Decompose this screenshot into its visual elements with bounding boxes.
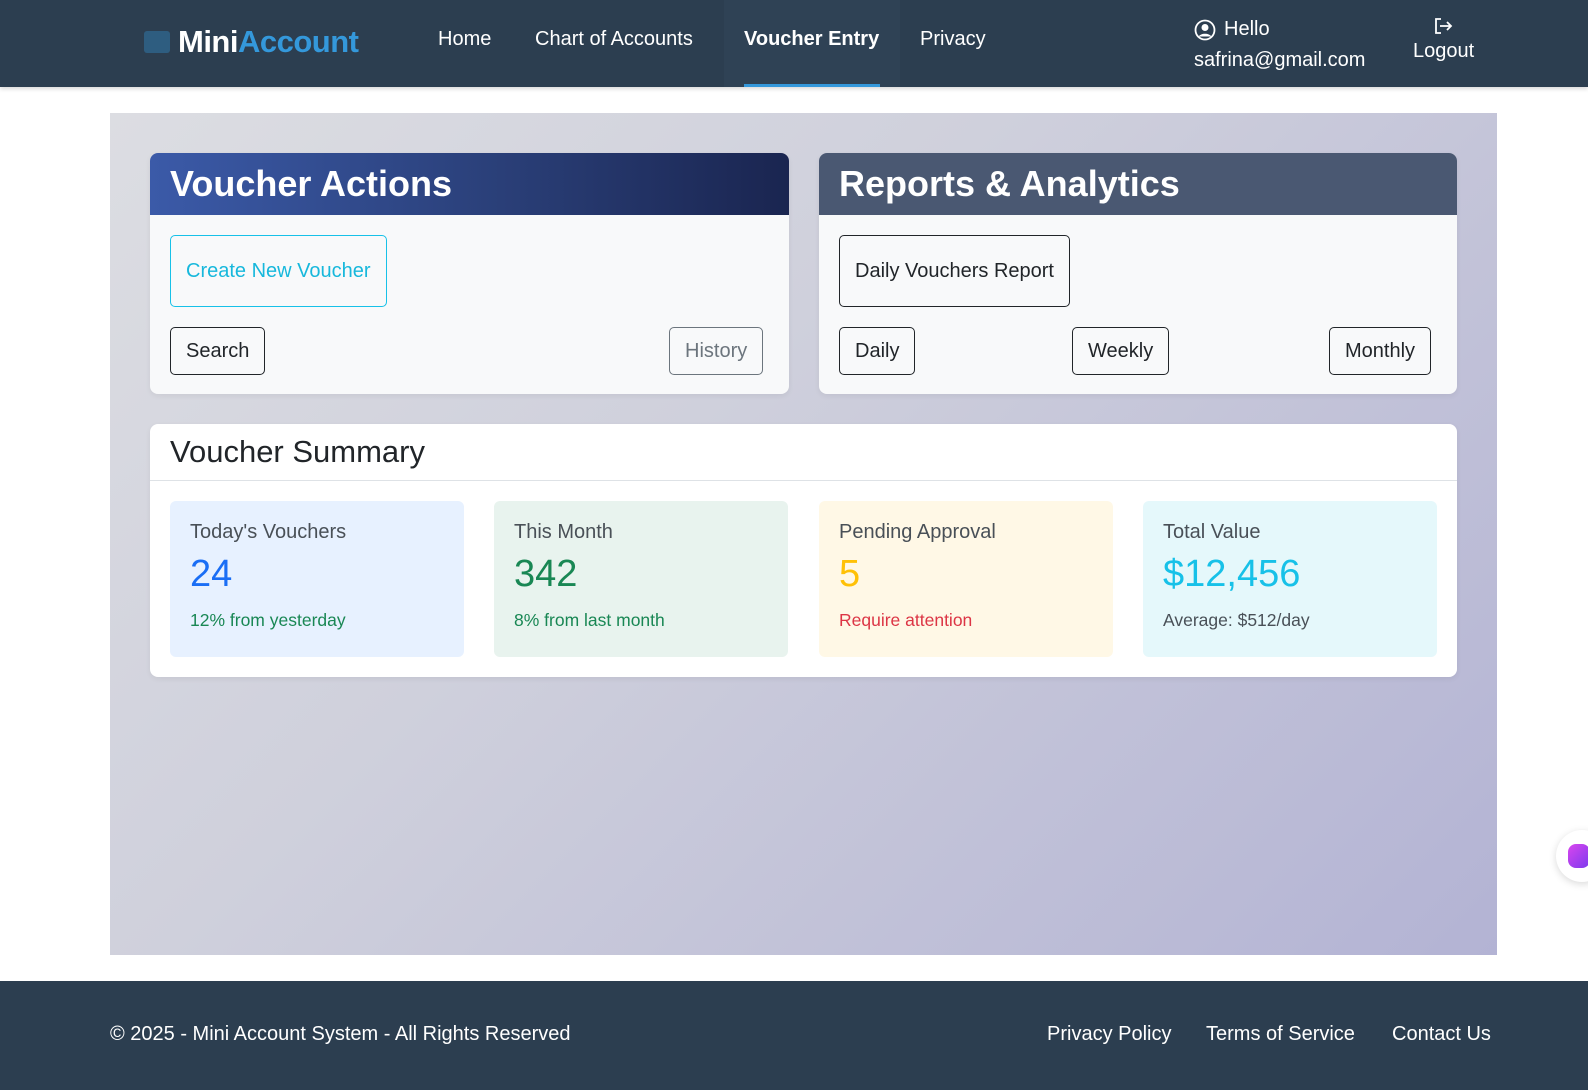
- search-button[interactable]: Search: [170, 327, 266, 375]
- weekly-report-button[interactable]: Weekly: [1072, 327, 1170, 375]
- footer-privacy-policy-link[interactable]: Privacy Policy: [1047, 1023, 1171, 1046]
- stat-label: Pending Approval: [839, 521, 996, 543]
- stat-value: 24: [190, 553, 233, 595]
- user-email: safrina@gmail.com: [1194, 49, 1366, 71]
- voucher-summary-card: Voucher Summary Today's Vouchers 24 12% …: [150, 424, 1457, 677]
- footer-contact-link[interactable]: Contact Us: [1392, 1023, 1491, 1046]
- stat-pending-approval: Pending Approval 5 Require attention: [819, 501, 1113, 657]
- stat-value: 5: [839, 553, 861, 595]
- nav-voucher-entry[interactable]: Voucher Entry: [744, 28, 879, 51]
- stat-todays-vouchers: Today's Vouchers 24 12% from yesterday: [170, 501, 464, 657]
- reports-analytics-card: Reports & Analytics Daily Vouchers Repor…: [819, 153, 1457, 394]
- logout-label: Logout: [1413, 40, 1475, 62]
- monthly-report-button[interactable]: Monthly: [1329, 327, 1432, 375]
- floating-assistant-button[interactable]: [1556, 830, 1588, 882]
- assistant-icon: [1568, 844, 1588, 868]
- stat-label: This Month: [514, 521, 613, 543]
- nav-home[interactable]: Home: [438, 28, 491, 51]
- top-navbar: Mini Account Home Chart of Accounts Vouch…: [0, 0, 1588, 87]
- stat-label: Total Value: [1163, 521, 1261, 543]
- nav-active-indicator: [744, 84, 880, 87]
- voucher-summary-title: Voucher Summary: [170, 434, 425, 469]
- stat-total-value: Total Value $12,456 Average: $512/day: [1143, 501, 1437, 657]
- footer-terms-link[interactable]: Terms of Service: [1206, 1023, 1355, 1046]
- footer: © 2025 - Mini Account System - All Right…: [0, 981, 1588, 1090]
- create-voucher-button[interactable]: Create New Voucher: [170, 235, 387, 307]
- user-greeting: Hello: [1224, 18, 1270, 40]
- user-circle-icon: [1194, 19, 1216, 40]
- stat-this-month: This Month 342 8% from last month: [494, 501, 788, 657]
- history-button[interactable]: History: [669, 327, 764, 375]
- nav-chart-of-accounts[interactable]: Chart of Accounts: [535, 28, 693, 51]
- divider: [150, 480, 1457, 481]
- reports-analytics-header: Reports & Analytics: [819, 153, 1457, 215]
- daily-vouchers-report-button[interactable]: Daily Vouchers Report: [839, 235, 1070, 307]
- voucher-actions-card: Voucher Actions Create New Voucher Searc…: [150, 153, 789, 394]
- stat-value: $12,456: [1163, 553, 1301, 595]
- logout-button[interactable]: Logout: [1413, 14, 1474, 67]
- nav-privacy[interactable]: Privacy: [920, 28, 986, 51]
- brand-text-mini: Mini: [178, 24, 239, 59]
- brand-text-account: Account: [238, 24, 359, 59]
- brand-logo[interactable]: Mini Account: [140, 22, 359, 62]
- user-menu[interactable]: Hello safrina@gmail.com: [1194, 14, 1365, 76]
- stat-note: 8% from last month: [514, 610, 665, 630]
- stat-value: 342: [514, 553, 578, 595]
- stat-note: Average: $512/day: [1163, 610, 1310, 630]
- stat-note: 12% from yesterday: [190, 610, 346, 630]
- stat-label: Today's Vouchers: [190, 521, 347, 543]
- daily-report-button[interactable]: Daily: [839, 327, 916, 375]
- stat-note: Require attention: [839, 610, 973, 630]
- voucher-actions-header: Voucher Actions: [150, 153, 789, 215]
- footer-copyright: © 2025 - Mini Account System - All Right…: [110, 1023, 571, 1045]
- logout-icon: [1434, 18, 1452, 34]
- brand-mark-icon: [144, 31, 170, 53]
